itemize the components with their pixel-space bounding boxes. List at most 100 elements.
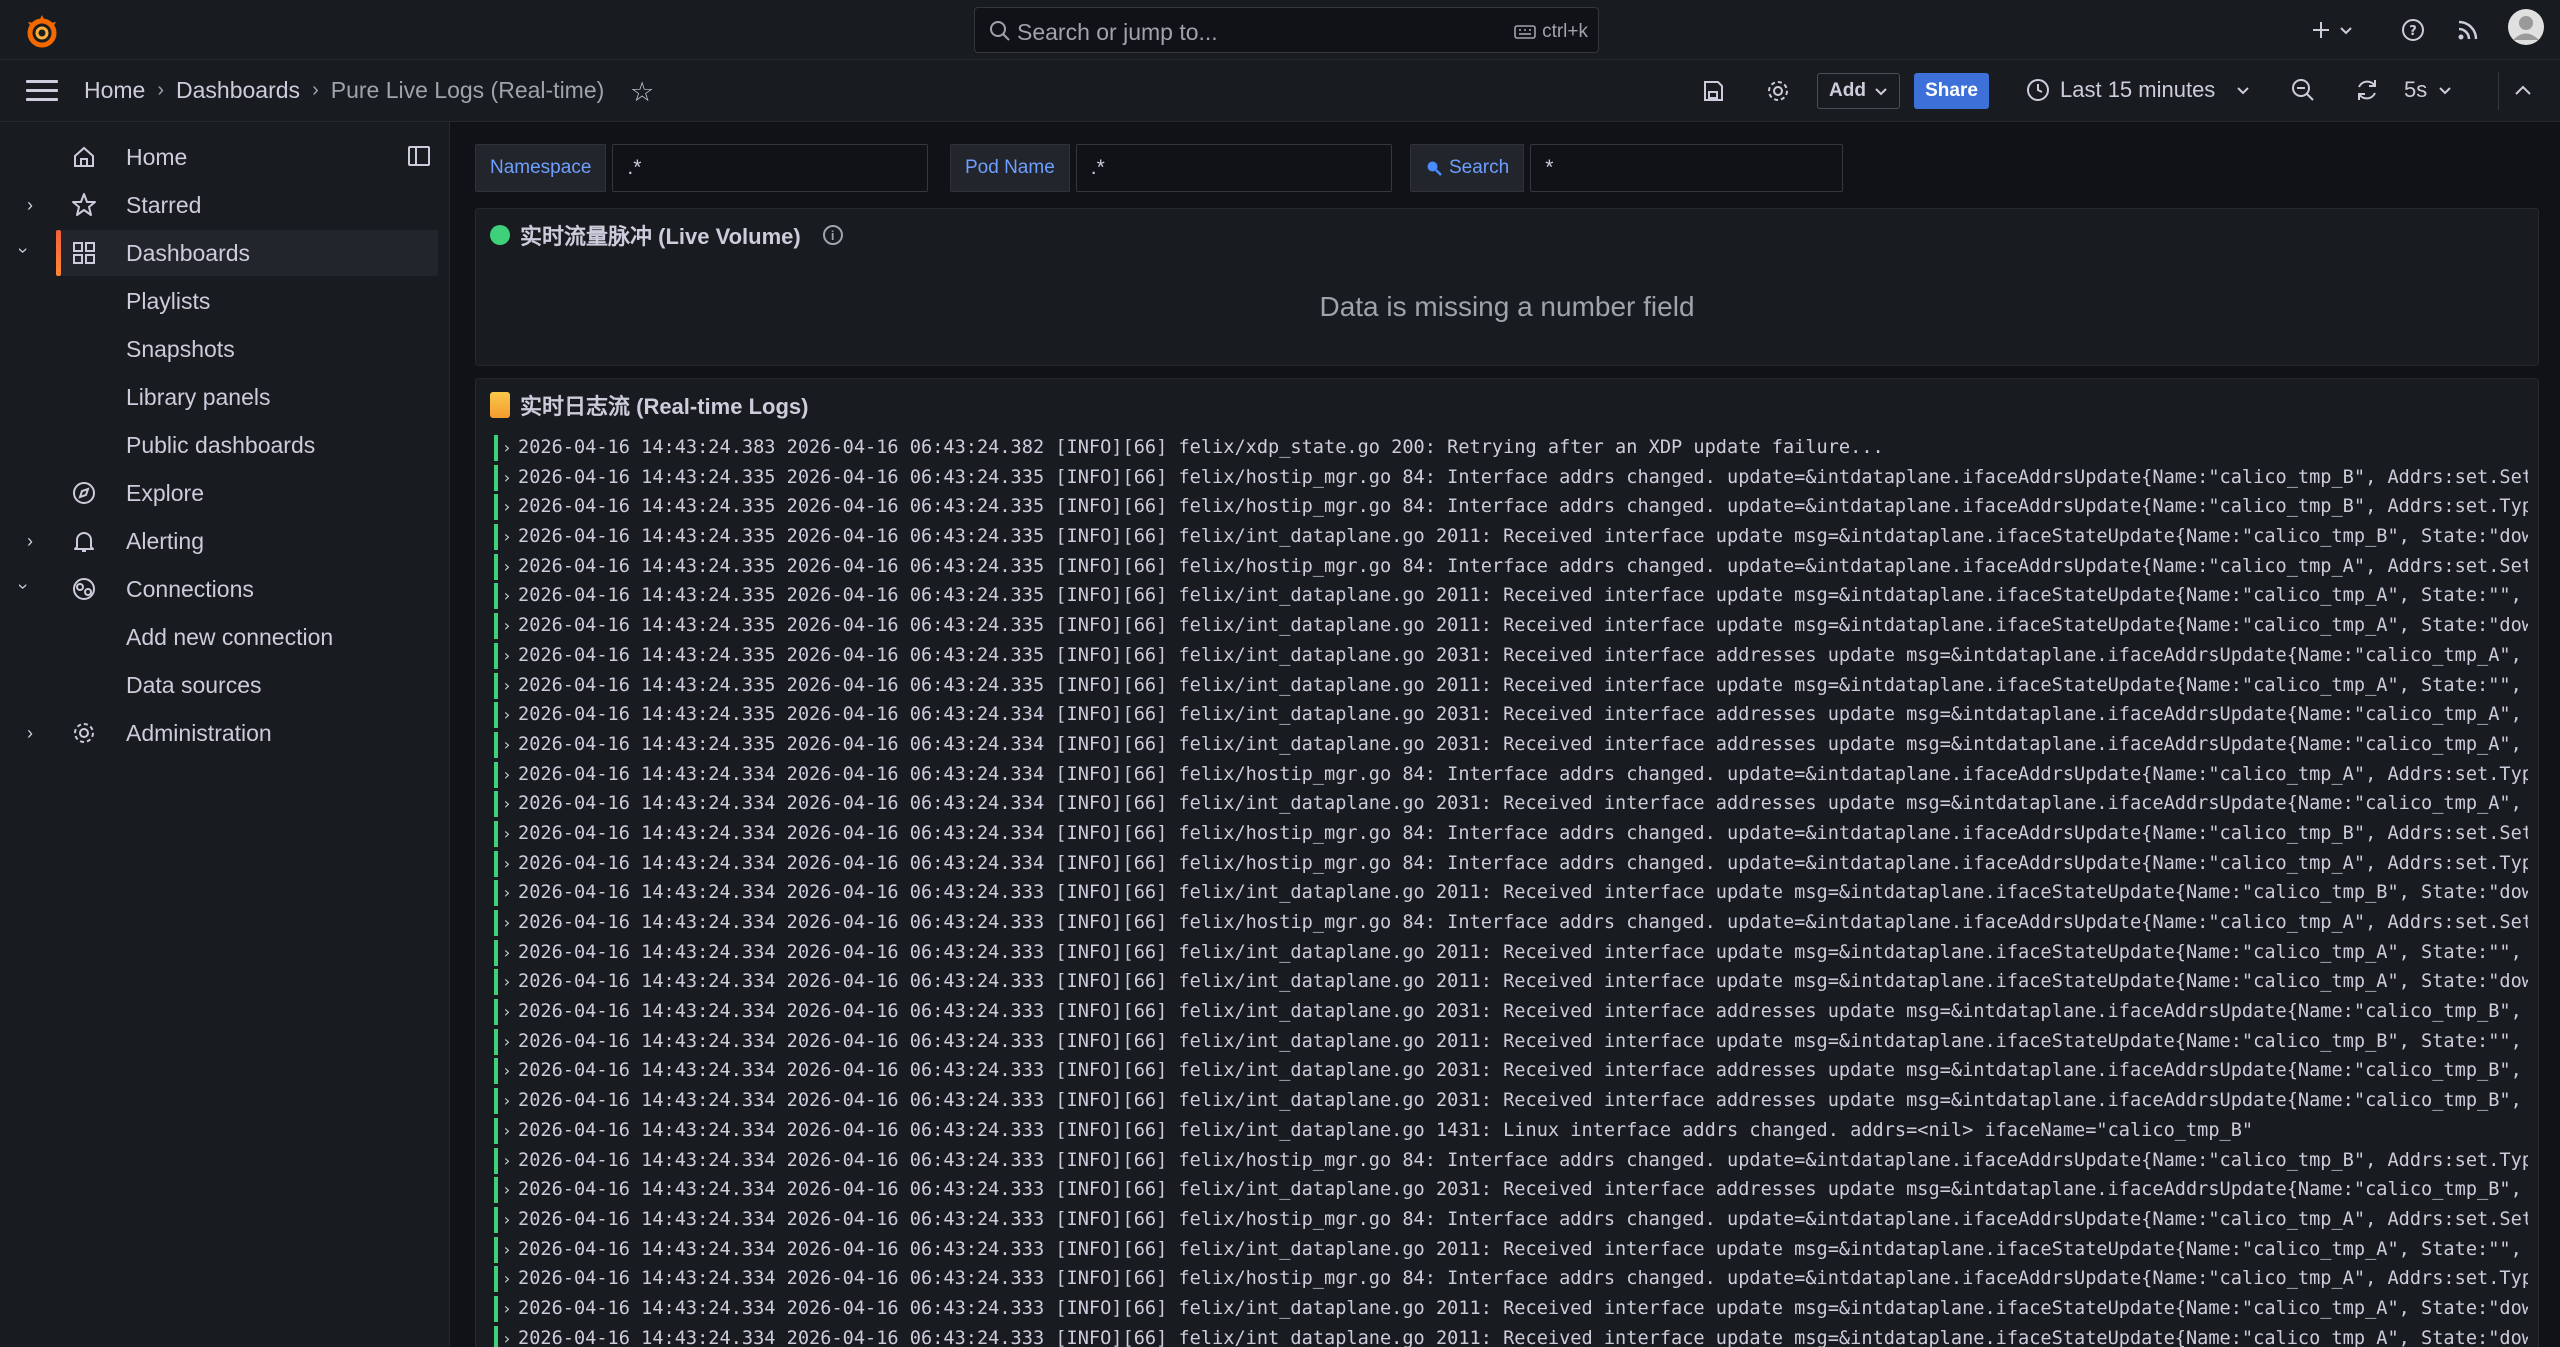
chevron-right-icon[interactable]: › (502, 967, 512, 997)
chevron-right-icon[interactable]: › (502, 878, 512, 908)
log-row[interactable]: › 2026-04-16 14:43:24.334 2026-04-16 06:4… (494, 1264, 2528, 1294)
log-row[interactable]: › 2026-04-16 14:43:24.334 2026-04-16 06:4… (494, 878, 2528, 908)
log-row[interactable]: › 2026-04-16 14:43:24.334 2026-04-16 06:4… (494, 1027, 2528, 1057)
chevron-down-icon[interactable]: › (13, 248, 34, 254)
breadcrumb-dashboards[interactable]: Dashboards (176, 77, 300, 104)
search-variable-input[interactable]: * (1530, 144, 1844, 192)
log-row[interactable]: › 2026-04-16 14:43:24.334 2026-04-16 06:4… (494, 789, 2528, 819)
chevron-up-icon[interactable] (2512, 80, 2534, 102)
chevron-right-icon[interactable]: › (502, 581, 512, 611)
sidebar-item-administration[interactable]: › Administration (0, 710, 440, 756)
log-row[interactable]: › 2026-04-16 14:43:24.334 2026-04-16 06:4… (494, 1116, 2528, 1146)
log-row[interactable]: › 2026-04-16 14:43:24.335 2026-04-16 06:4… (494, 730, 2528, 760)
pod-name-input[interactable]: .* (1075, 144, 1392, 192)
log-row[interactable]: › 2026-04-16 14:43:24.334 2026-04-16 06:4… (494, 1175, 2528, 1205)
log-row[interactable]: › 2026-04-16 14:43:24.335 2026-04-16 06:4… (494, 463, 2528, 493)
chevron-right-icon[interactable]: › (502, 522, 512, 552)
log-row[interactable]: › 2026-04-16 14:43:24.335 2026-04-16 06:4… (494, 611, 2528, 641)
sidebar-item-explore[interactable]: Explore (0, 470, 440, 516)
log-row[interactable]: › 2026-04-16 14:43:24.334 2026-04-16 06:4… (494, 938, 2528, 968)
chevron-right-icon[interactable]: › (502, 1086, 512, 1116)
help-button[interactable]: ? (2400, 15, 2426, 45)
refresh-interval-picker[interactable]: 5s (2404, 77, 2453, 103)
chevron-right-icon[interactable]: › (502, 819, 512, 849)
save-icon[interactable] (1701, 79, 1725, 103)
chevron-right-icon[interactable]: › (502, 671, 512, 701)
menu-toggle-icon[interactable] (26, 80, 58, 102)
log-row[interactable]: › 2026-04-16 14:43:24.334 2026-04-16 06:4… (494, 997, 2528, 1027)
log-row[interactable]: › 2026-04-16 14:43:24.335 2026-04-16 06:4… (494, 641, 2528, 671)
log-row[interactable]: › 2026-04-16 14:43:24.334 2026-04-16 06:4… (494, 1235, 2528, 1265)
chevron-right-icon[interactable]: › (502, 849, 512, 879)
news-button[interactable] (2456, 15, 2480, 45)
zoom-out-icon[interactable] (2290, 77, 2316, 103)
chevron-right-icon[interactable]: › (502, 433, 512, 463)
chevron-right-icon[interactable]: › (502, 1056, 512, 1086)
sidebar-item-add-new-connection[interactable]: Add new connection (0, 614, 440, 660)
user-avatar[interactable] (2508, 9, 2544, 45)
chevron-right-icon[interactable]: › (502, 760, 512, 790)
info-icon[interactable]: i (822, 225, 843, 245)
sidebar-item-alerting[interactable]: › Alerting (0, 518, 440, 564)
chevron-right-icon[interactable]: › (502, 1146, 512, 1176)
add-button[interactable]: Add (1817, 73, 1900, 109)
chevron-right-icon[interactable]: › (502, 1235, 512, 1265)
sidebar-item-playlists[interactable]: Playlists (0, 278, 440, 324)
sidebar-item-starred[interactable]: › Starred (0, 182, 440, 228)
chevron-right-icon[interactable]: › (20, 195, 40, 216)
chevron-right-icon[interactable]: › (502, 938, 512, 968)
log-row[interactable]: › 2026-04-16 14:43:24.334 2026-04-16 06:4… (494, 819, 2528, 849)
sidebar-item-data-sources[interactable]: Data sources (0, 662, 440, 708)
log-row[interactable]: › 2026-04-16 14:43:24.334 2026-04-16 06:4… (494, 1086, 2528, 1116)
chevron-right-icon[interactable]: › (502, 1027, 512, 1057)
sidebar-item-public-dashboards[interactable]: Public dashboards (0, 422, 440, 468)
log-row[interactable]: › 2026-04-16 14:43:24.334 2026-04-16 06:4… (494, 967, 2528, 997)
chevron-right-icon[interactable]: › (20, 531, 40, 552)
log-row[interactable]: › 2026-04-16 14:43:24.335 2026-04-16 06:4… (494, 671, 2528, 701)
sidebar-item-dashboards[interactable]: Dashboards (56, 230, 438, 276)
sidebar-item-connections[interactable]: Connections (0, 566, 440, 612)
log-row[interactable]: › 2026-04-16 14:43:24.334 2026-04-16 06:4… (494, 760, 2528, 790)
log-row[interactable]: › 2026-04-16 14:43:24.335 2026-04-16 06:4… (494, 700, 2528, 730)
log-row[interactable]: › 2026-04-16 14:43:24.334 2026-04-16 06:4… (494, 908, 2528, 938)
chevron-right-icon[interactable]: › (502, 1175, 512, 1205)
log-row[interactable]: › 2026-04-16 14:43:24.334 2026-04-16 06:4… (494, 1205, 2528, 1235)
chevron-right-icon[interactable]: › (502, 641, 512, 671)
search-bar[interactable]: Search or jump to... ctrl+k (974, 7, 1599, 53)
time-range-picker[interactable]: Last 15 minutes (2026, 77, 2251, 103)
refresh-icon[interactable] (2354, 77, 2380, 103)
breadcrumb-home[interactable]: Home (84, 77, 145, 104)
share-button[interactable]: Share (1914, 73, 1989, 109)
sidebar-item-library-panels[interactable]: Library panels (0, 374, 440, 420)
chevron-right-icon[interactable]: › (502, 997, 512, 1027)
log-row[interactable]: › 2026-04-16 14:43:24.334 2026-04-16 06:4… (494, 849, 2528, 879)
log-row[interactable]: › 2026-04-16 14:43:24.335 2026-04-16 06:4… (494, 522, 2528, 552)
chevron-right-icon[interactable]: › (502, 1205, 512, 1235)
favorite-star-icon[interactable]: ☆ (630, 77, 654, 108)
log-row[interactable]: › 2026-04-16 14:43:24.334 2026-04-16 06:4… (494, 1056, 2528, 1086)
chevron-right-icon[interactable]: › (502, 1294, 512, 1324)
chevron-right-icon[interactable]: › (502, 789, 512, 819)
chevron-right-icon[interactable]: › (502, 552, 512, 582)
namespace-input[interactable]: .* (612, 144, 929, 192)
log-row[interactable]: › 2026-04-16 14:43:24.334 2026-04-16 06:4… (494, 1294, 2528, 1324)
chevron-right-icon[interactable]: › (502, 1324, 512, 1347)
chevron-right-icon[interactable]: › (502, 908, 512, 938)
log-row[interactable]: › 2026-04-16 14:43:24.335 2026-04-16 06:4… (494, 581, 2528, 611)
log-row[interactable]: › 2026-04-16 14:43:24.334 2026-04-16 06:4… (494, 1146, 2528, 1176)
chevron-right-icon[interactable]: › (502, 1264, 512, 1294)
chevron-right-icon[interactable]: › (20, 723, 40, 744)
new-menu-button[interactable] (2310, 15, 2354, 45)
grafana-logo-icon[interactable] (22, 12, 62, 52)
chevron-right-icon[interactable]: › (502, 700, 512, 730)
chevron-right-icon[interactable]: › (502, 730, 512, 760)
sidebar-item-home[interactable]: Home (0, 134, 440, 180)
log-row[interactable]: › 2026-04-16 14:43:24.335 2026-04-16 06:4… (494, 552, 2528, 582)
chevron-right-icon[interactable]: › (502, 492, 512, 522)
settings-gear-icon[interactable] (1765, 78, 1791, 104)
chevron-right-icon[interactable]: › (502, 463, 512, 493)
chevron-right-icon[interactable]: › (502, 611, 512, 641)
sidebar-item-snapshots[interactable]: Snapshots (0, 326, 440, 372)
log-row[interactable]: › 2026-04-16 14:43:24.334 2026-04-16 06:4… (494, 1324, 2528, 1347)
chevron-right-icon[interactable]: › (502, 1116, 512, 1146)
